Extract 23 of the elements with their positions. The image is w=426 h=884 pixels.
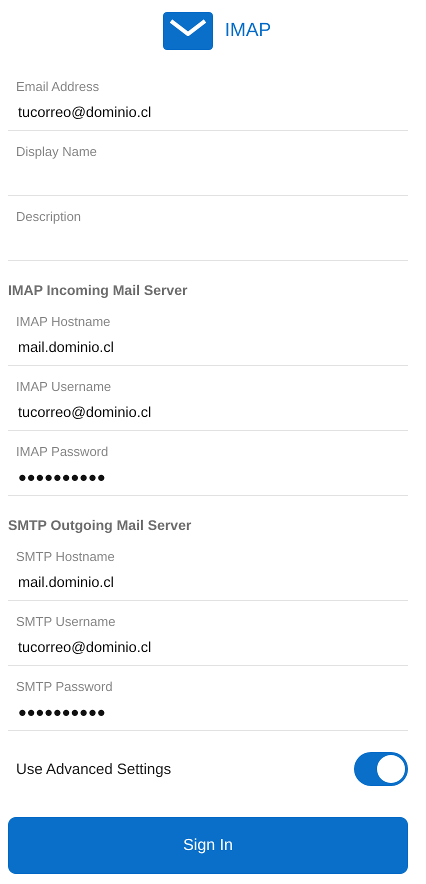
field-label: IMAP Password [16, 444, 110, 460]
input-field[interactable]: mail.dominio.cl [16, 573, 398, 593]
field-label: Description [16, 209, 82, 225]
input-field[interactable]: mail.dominio.cl [16, 338, 398, 358]
input-field[interactable]: ●●●●●●●●●● [16, 468, 398, 488]
field-label: Email Address [16, 79, 100, 95]
field-label: SMTP Password [16, 679, 114, 695]
field-label: SMTP Username [16, 614, 116, 630]
field-label: SMTP Hostname [16, 549, 116, 565]
input-field[interactable]: ●●●●●●●●●● [16, 703, 398, 723]
field-label: IMAP Hostname [16, 314, 112, 330]
field-label: Display Name [16, 144, 98, 160]
field-label: IMAP Username [16, 379, 112, 395]
input-field[interactable]: tucorreo@dominio.cl [16, 403, 398, 423]
sign-in-button[interactable]: Sign In [8, 817, 408, 874]
input-field[interactable]: tucorreo@dominio.cl [16, 638, 398, 658]
app-title: IMAP [224, 20, 272, 42]
toggle-switch[interactable] [354, 752, 408, 786]
section-title: IMAP Incoming Mail Server [8, 281, 188, 300]
section-title: SMTP Outgoing Mail Server [8, 516, 192, 535]
setting-label: Use Advanced Settings [16, 760, 172, 778]
mail-icon [162, 12, 213, 50]
input-field[interactable]: tucorreo@dominio.cl [16, 103, 398, 123]
